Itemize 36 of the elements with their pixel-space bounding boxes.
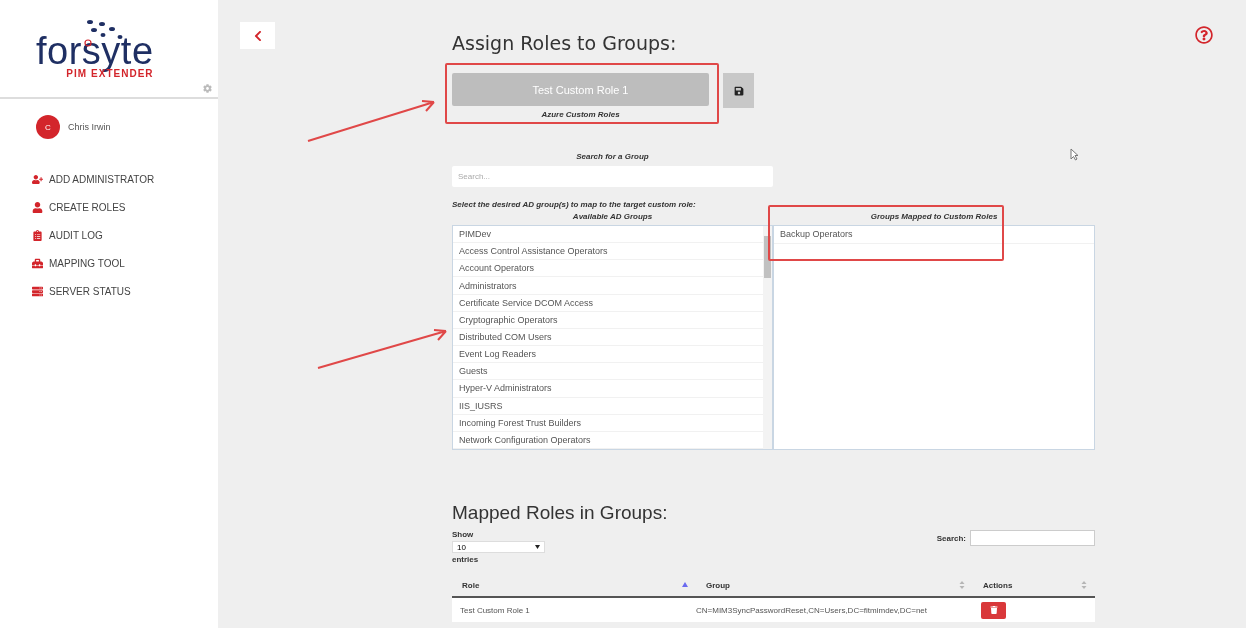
user-avatar: C	[36, 115, 60, 139]
search-label: Search:	[936, 533, 966, 543]
nav-link[interactable]: MAPPING TOOL	[32, 255, 218, 271]
instruction-text: Select the desired AD group(s) to map to the target custom role:	[452, 200, 697, 209]
group-item[interactable]: Administrators	[453, 277, 763, 295]
nav-link[interactable]: ADD ADMINISTRATOR	[32, 171, 218, 187]
group-item[interactable]: Certificate Service DCOM Access	[453, 294, 763, 312]
nav-link[interactable]: SERVER STATUS	[32, 283, 218, 299]
page-title: Assign Roles to Groups:	[452, 32, 678, 54]
group-item[interactable]: PIMDev	[453, 226, 763, 244]
nav-link[interactable]: CREATE ROLES	[32, 199, 218, 215]
search-field[interactable]: Search...	[452, 166, 773, 187]
group-item[interactable]: Account Operators	[453, 260, 763, 278]
role-caption: Azure Custom Roles	[541, 110, 620, 119]
list-heading: Groups Mapped to Custom Roles	[869, 212, 999, 223]
group-item[interactable]: Distributed COM Users	[453, 328, 763, 347]
user-name[interactable]: Chris Irwin	[68, 122, 111, 132]
group-item[interactable]: Hyper-V Administrators	[453, 380, 763, 398]
table-cell: Test Custom Role 1	[452, 598, 696, 622]
group-item[interactable]: Cryptographic Operators	[453, 311, 763, 329]
page-size-select[interactable]: 10	[452, 541, 545, 553]
group-item[interactable]: Guests	[453, 363, 763, 381]
entries-label: entries	[452, 555, 480, 564]
show-label: Show	[452, 530, 475, 539]
group-item[interactable]: Incoming Forest Trust Builders	[453, 414, 763, 432]
group-item[interactable]: Backup Operators	[774, 226, 1094, 244]
forsyte-logo: forsyte PIM EXTENDER	[36, 18, 154, 79]
search-label: Search for a Group	[575, 152, 650, 161]
group-item[interactable]: IIS_IUSRS	[453, 397, 763, 415]
table-cell: CN=MIM3SyncPasswordReset,CN=Users,DC=fitmimdev,DC=net	[696, 598, 973, 622]
section-title: Mapped Roles in Groups:	[452, 502, 669, 524]
group-item[interactable]: Network Configuration Operators	[453, 431, 763, 449]
group-item[interactable]: Access Control Assistance Operators	[453, 243, 763, 261]
nav-link[interactable]: AUDIT LOG	[32, 227, 218, 243]
group-item[interactable]: Event Log Readers	[453, 346, 763, 364]
list-heading: Available AD Groups	[571, 212, 654, 223]
